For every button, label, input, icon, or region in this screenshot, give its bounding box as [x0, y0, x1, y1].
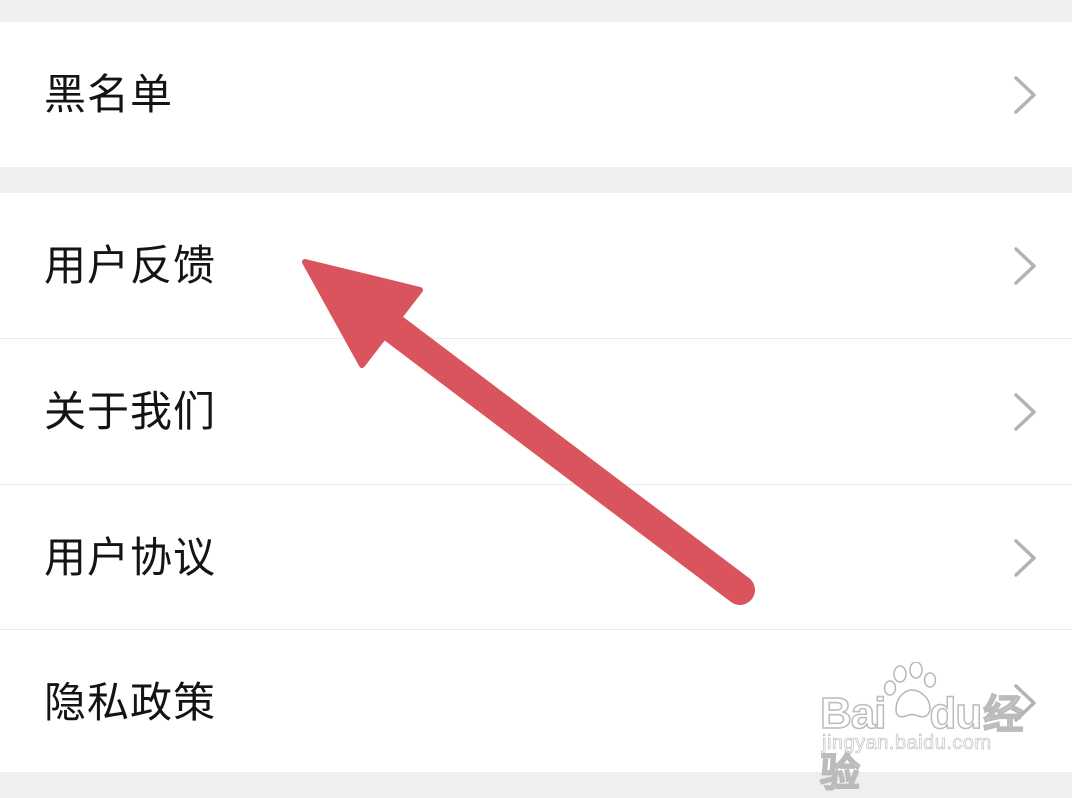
chevron-right-icon [1014, 392, 1036, 431]
menu-item-about[interactable]: 关于我们 [0, 339, 1072, 484]
chevron-right-icon [1014, 75, 1036, 114]
menu-item-label: 用户反馈 [44, 240, 217, 290]
menu-item-agreement[interactable]: 用户协议 [0, 485, 1072, 630]
menu-item-feedback[interactable]: 用户反馈 [0, 193, 1072, 338]
chevron-right-icon [1014, 538, 1036, 577]
bottom-spacer [0, 772, 1072, 780]
top-spacer [0, 0, 1072, 22]
menu-item-privacy[interactable]: 隐私政策 [0, 630, 1072, 775]
menu-item-label: 关于我们 [44, 386, 217, 436]
menu-item-blacklist[interactable]: 黑名单 [0, 22, 1072, 167]
menu-item-label: 黑名单 [44, 69, 174, 119]
chevron-right-icon [1014, 683, 1036, 722]
section-gap [0, 167, 1072, 193]
menu-item-label: 隐私政策 [44, 677, 217, 727]
menu-item-label: 用户协议 [44, 532, 217, 582]
chevron-right-icon [1014, 246, 1036, 285]
